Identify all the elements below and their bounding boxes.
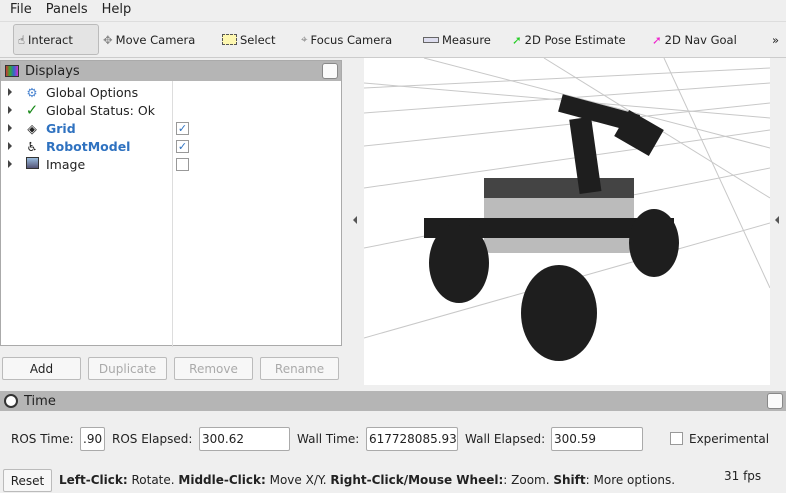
remove-button[interactable]: Remove — [174, 357, 253, 380]
grid-and-robot — [364, 58, 770, 361]
time-panel-float-button[interactable] — [767, 393, 783, 409]
status-hint: Left-Click: Rotate. Middle-Click: Move X… — [59, 473, 676, 487]
magenta-arrow-icon: ➚ — [652, 32, 662, 47]
expand-icon[interactable] — [8, 106, 12, 114]
image-checkbox[interactable] — [176, 158, 189, 171]
displays-panel: Displays ⚙ Global Options ✓ Global Status:… — [0, 60, 342, 347]
panel-float-button[interactable] — [322, 63, 338, 79]
tool-select[interactable]: Select — [222, 24, 275, 55]
display-global-options[interactable]: ⚙ Global Options — [1, 83, 138, 101]
time-header: Time — [0, 391, 786, 411]
robotmodel-checkbox[interactable]: ✓ — [176, 140, 189, 153]
ruler-icon — [423, 36, 439, 43]
green-arrow-icon: ➚ — [512, 32, 522, 47]
column-divider — [172, 81, 173, 347]
display-image[interactable]: Image — [1, 155, 85, 173]
ros-elapsed-label: ROS Elapsed: — [112, 432, 193, 446]
hand-icon: ☝ — [18, 32, 26, 47]
expand-icon[interactable] — [8, 142, 12, 150]
wall-time-field[interactable]: 617728085.93 — [366, 427, 458, 451]
add-button[interactable]: Add — [2, 357, 81, 380]
move-camera-icon: ✥ — [103, 32, 113, 47]
wall-elapsed-label: Wall Elapsed: — [465, 432, 546, 446]
fps-readout: 31 fps — [724, 469, 762, 483]
expand-icon[interactable] — [8, 88, 12, 96]
reset-button[interactable]: Reset — [3, 469, 52, 492]
left-splitter-arrow[interactable] — [353, 216, 357, 224]
ros-time-label: ROS Time: — [11, 432, 74, 446]
experimental-checkbox[interactable] — [670, 432, 683, 445]
wall-elapsed-field[interactable]: 300.59 — [551, 427, 643, 451]
image-icon — [24, 156, 40, 172]
expand-icon[interactable] — [8, 124, 12, 132]
tool-move-camera[interactable]: ✥ Move Camera — [103, 24, 195, 55]
menu-help[interactable]: Help — [102, 2, 132, 17]
displays-header: Displays — [1, 61, 341, 81]
wall-time-label: Wall Time: — [297, 432, 360, 446]
display-grid[interactable]: ◈ Grid — [1, 119, 76, 137]
rename-button[interactable]: Rename — [260, 357, 339, 380]
grid-checkbox[interactable]: ✓ — [176, 122, 189, 135]
robot-icon: ♿ — [26, 138, 38, 154]
tool-2d-nav-goal[interactable]: ➚ 2D Nav Goal — [652, 24, 737, 55]
tool-2d-pose-estimate[interactable]: ➚ 2D Pose Estimate — [512, 24, 626, 55]
tool-measure[interactable]: Measure — [423, 24, 491, 55]
experimental-label: Experimental — [689, 432, 770, 446]
display-global-status[interactable]: ✓ Global Status: Ok — [1, 101, 155, 119]
ros-time-field[interactable]: .90 — [80, 427, 105, 451]
display-robotmodel[interactable]: ♿ RobotModel — [1, 137, 130, 155]
menu-file[interactable]: File — [10, 2, 32, 17]
menu-panels[interactable]: Panels — [46, 2, 88, 17]
focus-camera-icon: ⌖ — [301, 32, 308, 46]
3d-viewport[interactable] — [364, 58, 770, 385]
select-icon — [222, 34, 237, 45]
gear-icon: ⚙ — [26, 84, 38, 100]
monitor-icon — [5, 65, 19, 77]
ros-elapsed-field[interactable]: 300.62 — [199, 427, 290, 451]
checkmark-icon: ✓ — [25, 101, 39, 119]
tool-focus-camera[interactable]: ⌖ Focus Camera — [301, 24, 392, 55]
clock-icon — [4, 394, 18, 408]
right-splitter-arrow[interactable] — [775, 216, 779, 224]
toolbar-more-button[interactable]: » — [772, 24, 779, 55]
menu-bar: File Panels Help — [10, 2, 145, 17]
expand-icon[interactable] — [8, 160, 12, 168]
grid-icon: ◈ — [27, 120, 37, 136]
duplicate-button[interactable]: Duplicate — [88, 357, 167, 380]
tool-interact[interactable]: ☝ Interact — [13, 24, 99, 55]
